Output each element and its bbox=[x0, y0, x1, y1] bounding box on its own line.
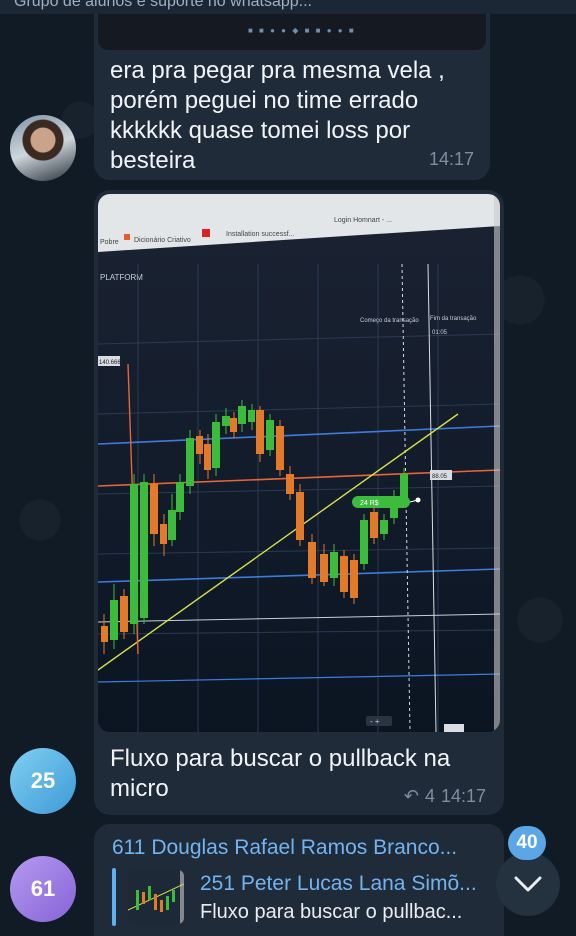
quote-bar bbox=[112, 868, 116, 926]
trade-end-time: 01:05 bbox=[432, 330, 448, 336]
trading-chart-photo: Pobre Dicionário Criativo Installation s… bbox=[98, 194, 500, 732]
message-time: 14:17 bbox=[428, 149, 474, 169]
svg-text:- +: - + bbox=[370, 717, 380, 726]
taskbar-icons: ■ ■ ● ● ◆ ■ ■ ● ● ■ bbox=[248, 26, 356, 35]
quote-thumbnail bbox=[128, 870, 184, 924]
price-label-right: 88.05 bbox=[432, 474, 448, 480]
unread-badge[interactable]: 40 bbox=[508, 826, 546, 860]
quoted-text: Fluxo para buscar o pullbac... bbox=[200, 901, 463, 923]
browser-tab: Installation successf... bbox=[226, 231, 295, 238]
photo-message-bubble[interactable]: Pobre Dicionário Criativo Installation s… bbox=[94, 190, 504, 815]
trade-start-label: Começo da transação bbox=[360, 318, 419, 324]
message-text: era pra pegar pra mesma vela , porém peg… bbox=[110, 57, 445, 174]
chat-title: Grupo de alunos e suporte no whatsapp... bbox=[14, 0, 312, 10]
platform-label: PLATFORM bbox=[100, 273, 143, 282]
browser-tab: Dicionário Criativo bbox=[134, 237, 191, 244]
chart-photo[interactable]: Pobre Dicionário Criativo Installation s… bbox=[98, 194, 500, 732]
browser-tab: Pobre bbox=[100, 239, 119, 246]
avatar[interactable]: 25 bbox=[10, 748, 76, 814]
reply-icon[interactable]: ↶ bbox=[404, 786, 419, 807]
message-meta: ↶ 4 14:17 bbox=[404, 786, 486, 807]
reply-count[interactable]: 4 bbox=[425, 786, 435, 807]
avatar[interactable]: 61 bbox=[10, 856, 76, 922]
sender-name[interactable]: 611 Douglas Rafael Ramos Branco... bbox=[112, 836, 457, 860]
trade-end-label: Fim da transação bbox=[430, 316, 477, 322]
quoted-message[interactable]: 251 Peter Lucas Lana Simõ... Fluxo para … bbox=[112, 868, 492, 926]
chevron-down-icon bbox=[514, 876, 542, 892]
browser-tab: Login Homnart - ... bbox=[334, 217, 392, 224]
previous-image-strip[interactable]: ■ ■ ● ● ◆ ■ ■ ● ● ■ bbox=[98, 14, 486, 50]
price-label-left: 140.666 bbox=[99, 360, 121, 366]
message-bubble[interactable]: ■ ■ ● ● ◆ ■ ■ ● ● ■ era pra pegar pra me… bbox=[94, 14, 490, 180]
scroll-down-button[interactable] bbox=[496, 852, 560, 916]
quoted-sender: 251 Peter Lucas Lana Simõ... bbox=[200, 872, 477, 895]
chat-header[interactable]: Grupo de alunos e suporte no whatsapp... bbox=[0, 0, 576, 14]
message-time: 14:17 bbox=[440, 786, 486, 806]
trade-amount: 24 R$ bbox=[360, 500, 379, 507]
avatar[interactable] bbox=[10, 115, 76, 181]
reply-message-bubble[interactable]: 611 Douglas Rafael Ramos Branco... 251 P… bbox=[94, 824, 504, 936]
